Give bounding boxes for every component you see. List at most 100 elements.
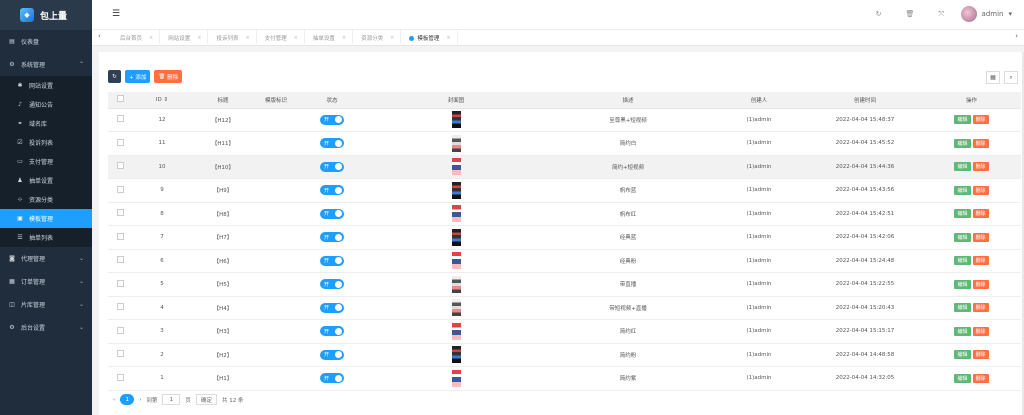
cover-thumbnail[interactable] (451, 134, 461, 152)
table-row[interactable]: 3 【H3】 开 简约红 (1)admin 2022-04-04 15:15:17 编辑 删除 (108, 319, 1021, 344)
sidebar-subitem-5[interactable]: ♟ 抽单设置 (0, 171, 92, 190)
edit-button[interactable]: 编辑 (954, 326, 971, 336)
status-toggle[interactable]: 开 (320, 185, 344, 196)
row-checkbox[interactable] (108, 249, 132, 273)
delete-row-button[interactable]: 删除 (972, 350, 989, 360)
status-toggle[interactable]: 开 (320, 232, 344, 243)
edit-button[interactable]: 编辑 (954, 209, 971, 219)
chevron-left-icon[interactable]: ‹ (98, 32, 101, 40)
row-checkbox[interactable] (108, 225, 132, 250)
sidebar-subitem-4[interactable]: ▭ 支付管理 (0, 152, 92, 171)
next-page-icon[interactable]: › (139, 397, 141, 403)
sidebar-item-5[interactable]: ⚙ 后台设置 ⌄ (0, 316, 92, 339)
table-row[interactable]: 2 【H2】 开 简约粉 (1)admin 2022-04-04 14:48:58 编辑 删除 (108, 343, 1021, 367)
tab-3[interactable]: 支付管理 × (257, 30, 305, 46)
logo[interactable]: ◆ 包上量 (0, 0, 92, 30)
cover-thumbnail[interactable] (451, 299, 461, 317)
trash-icon[interactable]: 🗑 (906, 10, 915, 19)
close-icon[interactable]: × (149, 35, 153, 41)
cover-thumbnail[interactable] (451, 205, 461, 223)
sidebar-item-2[interactable]: ◙ 代理管理 ⌄ (0, 247, 92, 270)
sidebar-subitem-3[interactable]: ☑ 投诉列表 (0, 133, 92, 152)
menu-toggle-icon[interactable]: ☰ (112, 9, 120, 19)
cover-thumbnail[interactable] (451, 346, 461, 364)
sidebar-subitem-7[interactable]: ▣ 模板管理 (0, 209, 92, 228)
cover-thumbnail[interactable] (451, 322, 461, 340)
cover-thumbnail[interactable] (451, 228, 461, 246)
table-row[interactable]: 8 【H8】 开 帆布红 (1)admin 2022-04-04 15:42:51 编辑 删除 (108, 202, 1021, 226)
edit-button[interactable]: 编辑 (954, 279, 971, 289)
edit-button[interactable]: 编辑 (954, 115, 971, 125)
tab-6[interactable]: 模板管理 × (401, 30, 458, 46)
row-checkbox[interactable] (108, 343, 132, 367)
status-toggle[interactable]: 开 (320, 208, 344, 219)
edit-button[interactable]: 编辑 (954, 256, 971, 266)
row-checkbox[interactable] (108, 178, 132, 203)
tab-0[interactable]: 后台首页 × (112, 30, 161, 46)
edit-button[interactable]: 编辑 (954, 162, 971, 172)
delete-row-button[interactable]: 删除 (972, 232, 989, 242)
table-row[interactable]: 9 【H9】 开 帆布蓝 (1)admin 2022-04-04 15:43:56 编辑 删除 (108, 178, 1021, 203)
delete-row-button[interactable]: 删除 (972, 326, 989, 336)
delete-row-button[interactable]: 删除 (972, 209, 989, 219)
page-input[interactable]: 1 (162, 394, 181, 405)
row-checkbox[interactable] (108, 272, 132, 297)
status-toggle[interactable]: 开 (320, 302, 344, 313)
status-toggle[interactable]: 开 (320, 373, 344, 384)
delete-row-button[interactable]: 删除 (972, 279, 989, 289)
cover-thumbnail[interactable] (451, 252, 461, 270)
columns-icon[interactable]: ▦ (986, 71, 1000, 84)
search-icon[interactable]: ⌕ (1004, 71, 1018, 84)
status-toggle[interactable]: 开 (320, 114, 344, 125)
delete-row-button[interactable]: 删除 (972, 162, 989, 172)
status-toggle[interactable]: 开 (320, 279, 344, 290)
close-icon[interactable]: × (342, 35, 346, 41)
sidebar-subitem-0[interactable]: ✱ 网站设置 (0, 76, 92, 95)
refresh-icon[interactable]: ↻ (876, 10, 882, 19)
sidebar-item-1[interactable]: ⚙ 系统管理 ⌃ (0, 53, 92, 76)
confirm-button[interactable]: 确定 (195, 394, 217, 405)
close-icon[interactable]: × (294, 35, 298, 41)
table-row[interactable]: 1 【H1】 开 简约紫 (1)admin 2022-04-04 14:32:05 编辑 删除 (108, 366, 1021, 391)
close-icon[interactable]: × (390, 35, 394, 41)
close-icon[interactable]: × (197, 35, 201, 41)
refresh-button[interactable]: ↻ (108, 70, 121, 83)
add-button[interactable]: + 添加 (125, 70, 151, 83)
row-checkbox[interactable] (108, 319, 132, 344)
col-id[interactable]: ID ⇕ (132, 92, 192, 109)
edit-button[interactable]: 编辑 (954, 303, 971, 313)
delete-row-button[interactable]: 删除 (972, 303, 989, 313)
status-toggle[interactable]: 开 (320, 326, 344, 337)
current-page[interactable]: 1 (120, 394, 135, 405)
tab-2[interactable]: 投诉列表 × (208, 30, 257, 46)
edit-button[interactable]: 编辑 (954, 350, 971, 360)
close-icon[interactable]: × (446, 35, 450, 41)
edit-button[interactable]: 编辑 (954, 185, 971, 195)
row-checkbox[interactable] (108, 366, 132, 391)
cover-thumbnail[interactable] (451, 369, 461, 387)
row-checkbox[interactable] (108, 155, 132, 179)
status-toggle[interactable]: 开 (320, 255, 344, 266)
status-toggle[interactable]: 开 (320, 161, 344, 172)
delete-button[interactable]: 🗑 删除 (154, 70, 183, 83)
sidebar-item-3[interactable]: ▦ 订单管理 ⌄ (0, 270, 92, 293)
row-checkbox[interactable] (108, 202, 132, 226)
table-row[interactable]: 11 【H11】 开 简约白 (1)admin 2022-04-04 15:45:52 编辑… (108, 131, 1021, 156)
table-row[interactable]: 4 【H4】 开 带短视频+直播 (1)admin 2022-04-04 15:20:43… (108, 296, 1021, 320)
close-icon[interactable]: × (245, 35, 249, 41)
cover-thumbnail[interactable] (451, 275, 461, 293)
sidebar-subitem-8[interactable]: ☰ 抽单列表 (0, 228, 92, 247)
user-menu[interactable]: admin ▾ (960, 6, 1012, 22)
edit-button[interactable]: 编辑 (954, 138, 971, 148)
table-row[interactable]: 10 【H10】 开 简约+短视频 (1)admin 2022-04-04 15:44:3… (108, 155, 1021, 179)
table-row[interactable]: 12 【H12】 开 至尊黑+短视频 (1)admin 2022-04-04 15:48:… (108, 108, 1021, 132)
cover-thumbnail[interactable] (451, 158, 461, 176)
status-toggle[interactable]: 开 (320, 138, 344, 149)
row-checkbox[interactable] (108, 131, 132, 156)
sort-icon[interactable]: ⇕ (164, 97, 169, 103)
table-row[interactable]: 6 【H6】 开 经典粉 (1)admin 2022-04-04 15:24:48 编辑 删除 (108, 249, 1021, 273)
prev-page-icon[interactable]: ‹ (113, 397, 115, 403)
sidebar-subitem-6[interactable]: ⊹ 资源分类 (0, 190, 92, 209)
delete-row-button[interactable]: 删除 (972, 256, 989, 266)
tab-1[interactable]: 网站设置 × (160, 30, 209, 46)
